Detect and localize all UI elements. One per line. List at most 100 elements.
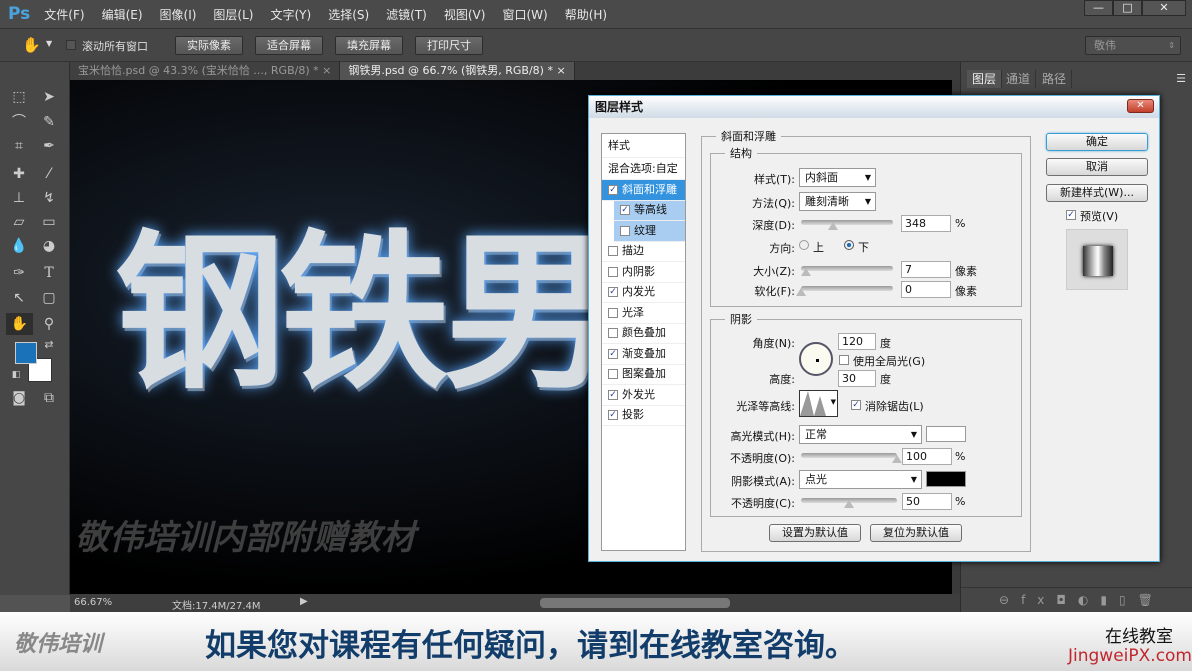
close-window-button[interactable]: ✕ — [1142, 0, 1186, 16]
style-item[interactable]: ✓ 外发光 — [602, 385, 685, 406]
bevel-style-select[interactable]: 内斜面 ▼ — [799, 168, 876, 187]
brush-tool-icon[interactable]: ⁄ — [38, 163, 60, 185]
new-layer-icon[interactable]: ▯ — [1119, 593, 1138, 607]
size-input[interactable]: 7 — [901, 261, 951, 278]
actual-pixels-button[interactable]: 实际像素 — [175, 36, 243, 55]
slider-thumb[interactable] — [844, 500, 854, 508]
adjustment-icon[interactable]: ◐ — [1078, 593, 1100, 607]
hand-tool-icon[interactable]: ✋ — [22, 36, 41, 54]
tab-paths[interactable]: 路径 — [1037, 70, 1073, 88]
style-item[interactable]: 颜色叠加 — [602, 324, 685, 344]
tab-document-1[interactable]: 宝米恰恰.psd @ 43.3% (宝米恰恰 ..., RGB/8) * × — [70, 62, 341, 80]
unchecked-checkbox[interactable] — [608, 369, 618, 380]
menu-window[interactable]: 窗口(W) — [502, 6, 547, 23]
highlight-color-swatch[interactable] — [926, 426, 966, 442]
angle-dial[interactable] — [799, 342, 833, 376]
close-tab-icon[interactable]: × — [556, 64, 565, 77]
pen-tool-icon[interactable]: ✑ — [8, 262, 30, 284]
highlight-opacity-input[interactable]: 100 — [902, 448, 952, 465]
direction-up-radio[interactable] — [799, 240, 809, 250]
folder-icon[interactable]: ▮ — [1100, 593, 1119, 607]
panel-menu-icon[interactable]: ☰ — [1176, 72, 1186, 85]
style-item[interactable]: ✓ 渐变叠加 — [602, 344, 685, 365]
blend-options[interactable]: 混合选项:自定 — [602, 158, 685, 180]
global-light-checkbox[interactable] — [839, 355, 849, 365]
status-menu-arrow-icon[interactable]: ▶ — [300, 596, 308, 607]
menu-filter[interactable]: 滤镜(T) — [386, 6, 427, 23]
style-item[interactable]: ✓ 斜面和浮雕 — [602, 180, 685, 201]
soften-input[interactable]: 0 — [901, 281, 951, 298]
style-item[interactable]: 光泽 — [602, 303, 685, 324]
screen-mode-icon[interactable]: ⧉ — [38, 387, 60, 409]
dialog-close-button[interactable]: ✕ — [1127, 99, 1154, 113]
ok-button[interactable]: 确定 — [1046, 133, 1148, 151]
menu-type[interactable]: 文字(Y) — [270, 6, 311, 23]
menu-select[interactable]: 选择(S) — [328, 6, 369, 23]
mask-icon[interactable]: ◘ — [1056, 593, 1078, 607]
unchecked-checkbox[interactable] — [608, 246, 618, 257]
checked-checkbox[interactable]: ✓ — [608, 410, 618, 421]
unchecked-checkbox[interactable] — [608, 328, 618, 339]
new-style-button[interactable]: 新建样式(W)... — [1046, 184, 1148, 202]
checked-checkbox[interactable]: ✓ — [608, 184, 618, 195]
angle-input[interactable]: 120 — [838, 333, 876, 350]
gloss-contour-picker[interactable]: ▼ — [799, 390, 838, 417]
hand-tool-icon[interactable]: ✋ — [6, 313, 33, 335]
checked-checkbox[interactable]: ✓ — [608, 287, 618, 298]
menu-view[interactable]: 视图(V) — [444, 6, 486, 23]
crop-tool-icon[interactable]: ⌗ — [8, 135, 30, 157]
lasso-tool-icon[interactable]: ⌒ — [8, 111, 30, 133]
style-item[interactable]: 图案叠加 — [602, 365, 685, 385]
horizontal-scrollbar-thumb[interactable] — [540, 598, 730, 608]
checked-checkbox[interactable]: ✓ — [608, 389, 618, 400]
menu-edit[interactable]: 编辑(E) — [102, 6, 143, 23]
soften-slider[interactable] — [796, 286, 893, 296]
style-item[interactable]: 纹理 — [614, 221, 685, 242]
tab-channels[interactable]: 通道 — [1001, 70, 1037, 88]
blur-tool-icon[interactable]: 💧 — [8, 235, 30, 257]
gradient-tool-icon[interactable]: ▭ — [38, 211, 60, 233]
style-item[interactable]: 内阴影 — [602, 262, 685, 283]
tab-document-2[interactable]: 钢铁男.psd @ 66.7% (钢铁男, RGB/8) * × — [340, 62, 575, 80]
path-select-icon[interactable]: ↖ — [8, 287, 30, 309]
close-tab-icon[interactable]: × — [322, 64, 331, 77]
print-size-button[interactable]: 打印尺寸 — [415, 36, 483, 55]
quick-select-tool-icon[interactable]: ✎ — [38, 111, 60, 133]
zoom-tool-icon[interactable]: ⚲ — [38, 313, 60, 335]
style-item[interactable]: ✓ 等高线 — [614, 200, 685, 221]
eyedropper-tool-icon[interactable]: ✒ — [38, 135, 60, 157]
menu-image[interactable]: 图像(I) — [160, 6, 197, 23]
trash-icon[interactable]: 🗑 — [1138, 593, 1165, 607]
menu-layer[interactable]: 图层(L) — [213, 6, 253, 23]
slider-thumb[interactable] — [800, 268, 811, 276]
history-brush-icon[interactable]: ↯ — [38, 187, 60, 209]
eraser-tool-icon[interactable]: ▱ — [8, 211, 30, 233]
cancel-button[interactable]: 取消 — [1046, 158, 1148, 176]
zoom-level[interactable]: 66.67% — [74, 597, 112, 608]
slider-thumb[interactable] — [796, 288, 806, 296]
menu-file[interactable]: 文件(F) — [44, 6, 84, 23]
size-slider[interactable] — [800, 266, 893, 276]
unchecked-checkbox[interactable] — [608, 307, 618, 318]
move-tool-icon[interactable]: ➤ — [38, 86, 60, 108]
dodge-tool-icon[interactable]: ◕ — [38, 235, 60, 257]
depth-slider[interactable] — [801, 220, 893, 230]
shadow-color-swatch[interactable] — [926, 471, 966, 487]
fx-icon[interactable]: fx — [1021, 593, 1056, 607]
make-default-button[interactable]: 设置为默认值 — [769, 524, 861, 542]
slider-thumb[interactable] — [892, 455, 902, 463]
highlight-opacity-slider[interactable] — [801, 453, 902, 463]
marquee-tool-icon[interactable]: ⬚ — [8, 86, 30, 108]
default-colors-icon[interactable]: ◧ — [5, 364, 27, 386]
shape-tool-icon[interactable]: ▢ — [38, 287, 60, 309]
stamp-tool-icon[interactable]: ⊥ — [8, 187, 30, 209]
scroll-all-checkbox[interactable] — [66, 40, 76, 50]
altitude-input[interactable]: 30 — [838, 370, 876, 387]
style-item[interactable]: ✓ 投影 — [602, 406, 685, 426]
checked-checkbox[interactable]: ✓ — [608, 348, 618, 359]
slider-thumb[interactable] — [828, 222, 839, 230]
tab-layers[interactable]: 图层 — [967, 70, 1003, 88]
type-tool-icon[interactable]: T — [38, 262, 60, 284]
workspace-select[interactable]: 敬伟 ⇕ — [1085, 36, 1181, 55]
foreground-color-swatch[interactable] — [15, 342, 37, 364]
